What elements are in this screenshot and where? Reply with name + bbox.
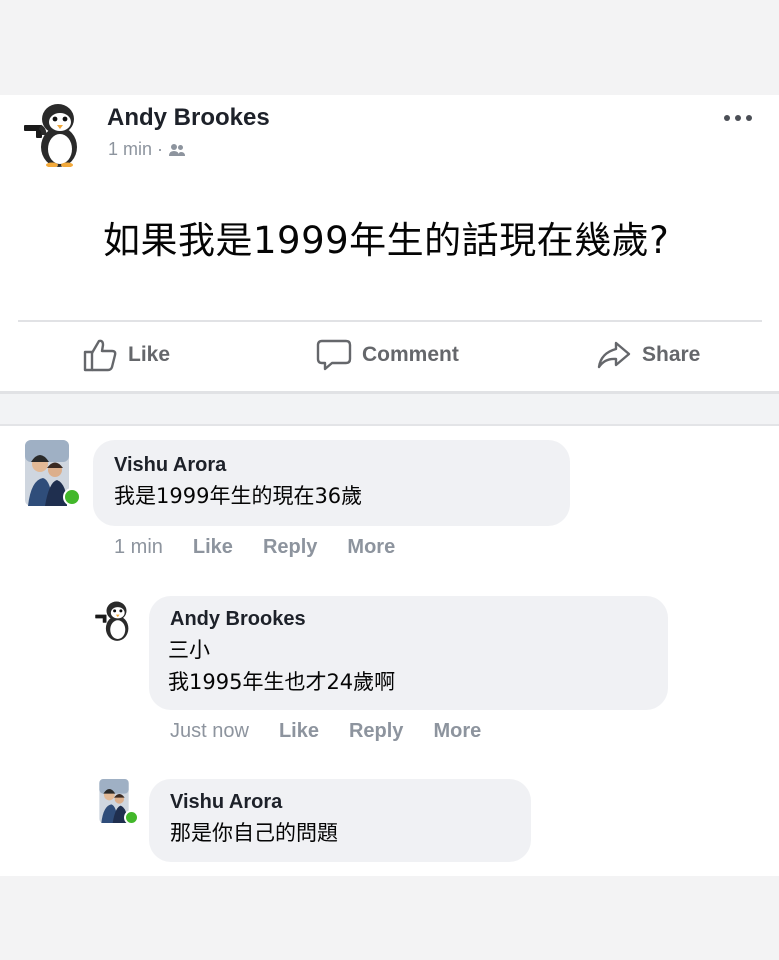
comment-more-link[interactable]: More [347,536,395,559]
comment-like-link[interactable]: Like [279,720,319,743]
comment-text-line: 我是1999年生的現在36歲 [114,484,363,508]
penguin-gun-avatar[interactable] [22,97,86,168]
comment-reply-link[interactable]: Reply [263,536,317,559]
more-dots-icon[interactable] [720,108,756,128]
divider-bottom [0,391,779,394]
post-time[interactable]: 1 min [108,139,152,160]
comment-reply-link[interactable]: Reply [349,720,403,743]
comment-actions-1: 1 min Like Reply More [114,536,425,559]
comment-button[interactable]: Comment [316,335,459,375]
divider-top [18,320,762,322]
bottom-background [0,876,779,960]
share-label: Share [642,343,701,366]
comment-like-link[interactable]: Like [193,536,233,559]
online-status-dot [63,488,81,506]
comment-actions-2: Just now Like Reply More [170,720,511,743]
comment-bubble-icon [316,337,352,373]
comment-text-line: 三小 [168,638,210,662]
like-button[interactable]: Like [82,335,170,375]
comment-text-line: 我1995年生也才24歲啊 [168,670,396,694]
meta-separator: · [157,139,164,159]
like-thumb-icon [82,337,118,373]
comment-label: Comment [362,343,459,366]
post-action-bar: Like Comment Share [0,323,779,391]
share-arrow-icon [596,337,632,373]
comment-bubble-3: Vishu Arora 那是你自己的問題 [149,779,531,862]
top-background [0,0,779,95]
post-text: 如果我是1999年生的話現在幾歲? [103,219,670,262]
penguin-gun-avatar[interactable] [94,597,134,641]
comment-author[interactable]: Andy Brookes [170,608,306,631]
comment-author[interactable]: Vishu Arora [114,454,226,477]
comment-time[interactable]: 1 min [114,536,163,559]
audience-friends-icon[interactable] [168,142,186,158]
comment-bubble-1: Vishu Arora 我是1999年生的現在36歲 [93,440,570,526]
share-button[interactable]: Share [596,335,700,375]
comment-text-line: 那是你自己的問題 [170,821,338,845]
post-meta: 1 min · [108,139,186,160]
online-status-dot [124,810,139,825]
comment-author[interactable]: Vishu Arora [170,791,282,814]
comment-more-link[interactable]: More [433,720,481,743]
like-label: Like [128,343,171,366]
post-author-name[interactable]: Andy Brookes [107,104,270,132]
comment-bubble-2: Andy Brookes 三小 我1995年生也才24歲啊 [149,596,668,710]
comment-time[interactable]: Just now [170,720,249,743]
